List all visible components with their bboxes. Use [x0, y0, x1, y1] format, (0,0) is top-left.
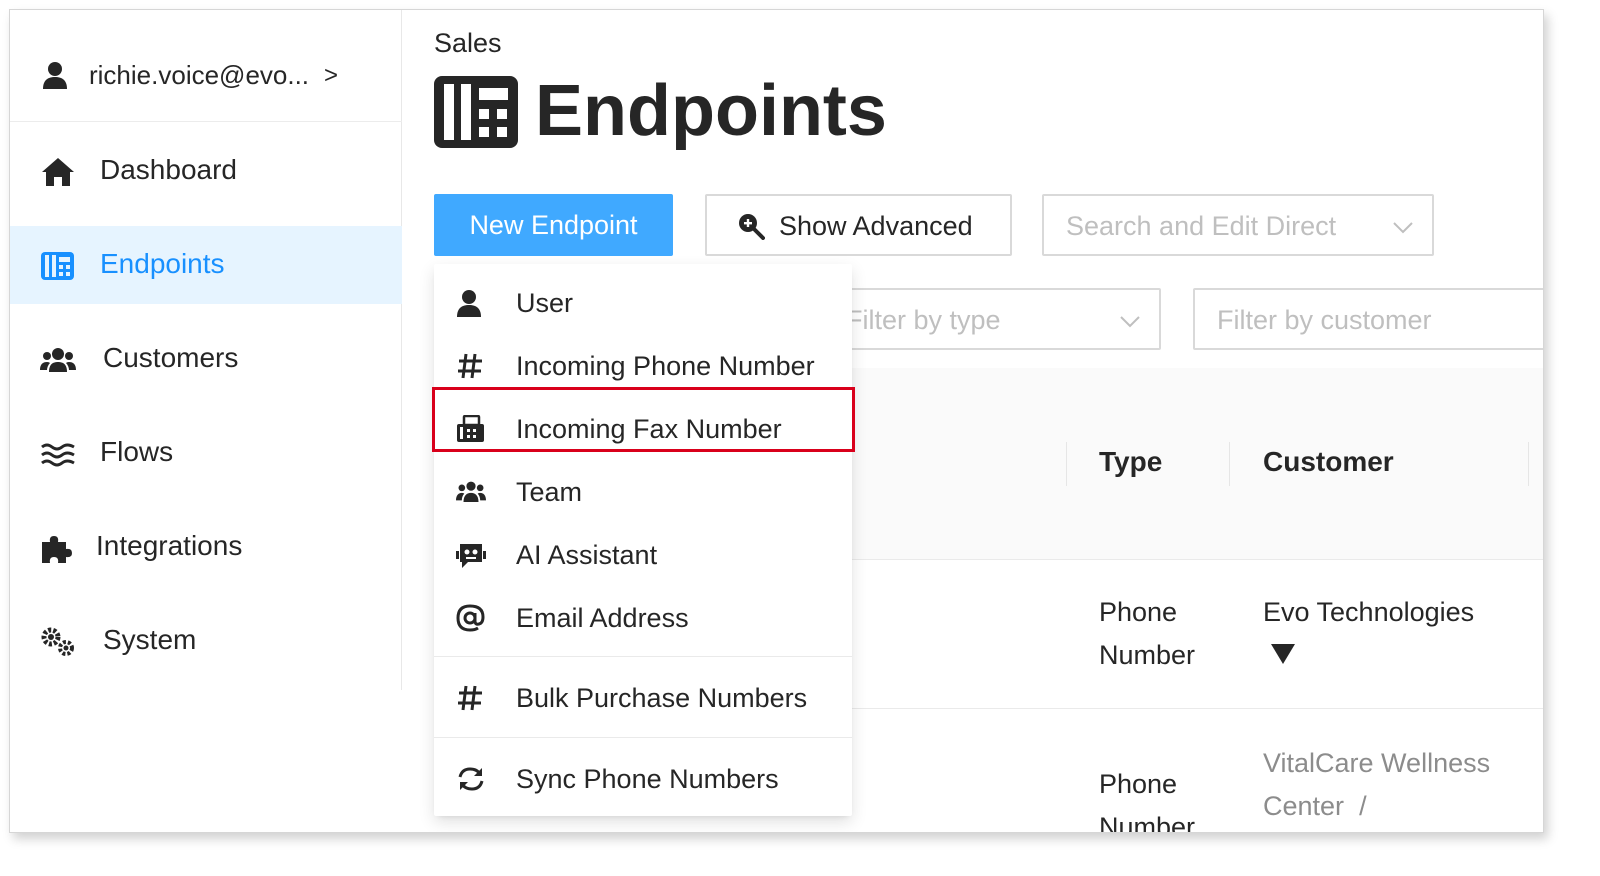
show-advanced-label: Show Advanced	[779, 211, 973, 241]
chevron-down-icon	[1393, 222, 1413, 234]
sidebar-item-label: System	[103, 624, 197, 655]
filter-customer-placeholder: Filter by customer	[1217, 305, 1432, 335]
search-plus-icon	[739, 214, 765, 240]
chevron-right-icon: >	[324, 62, 339, 89]
hash-icon	[458, 685, 482, 711]
menu-item-user[interactable]: User	[434, 272, 852, 334]
sidebar-item-label: Dashboard	[100, 154, 237, 185]
filter-icon[interactable]	[1271, 644, 1295, 664]
show-advanced-button[interactable]: Show Advanced	[705, 194, 1012, 256]
sidebar-item-endpoints[interactable]: Endpoints	[10, 226, 402, 304]
table-cell-type: Phone Number	[1099, 597, 1196, 670]
user-menu[interactable]: richie.voice@evo... >	[10, 24, 402, 122]
search-edit-direct-select[interactable]: Search and Edit Direct	[1042, 194, 1434, 256]
sidebar-item-customers[interactable]: Customers	[10, 320, 402, 398]
filter-customer-select[interactable]: Filter by customer	[1193, 288, 1543, 350]
app-window: richie.voice@evo... > Dashboard Endpoint…	[9, 9, 1544, 833]
menu-item-label: Sync Phone Numbers	[516, 764, 779, 794]
new-endpoint-button[interactable]: New Endpoint	[434, 194, 673, 256]
new-endpoint-menu: User Incoming Phone Number Incoming Fax …	[434, 264, 852, 816]
sync-icon	[458, 767, 484, 791]
breadcrumb[interactable]: Sales	[434, 28, 502, 59]
table-cell-customer[interactable]: VitalCare Wellness Center /	[1263, 742, 1490, 828]
sidebar: richie.voice@evo... > Dashboard Endpoint…	[10, 10, 402, 690]
menu-item-label: Incoming Phone Number	[516, 351, 815, 381]
highlight-annotation	[432, 387, 855, 452]
page-title-text: Endpoints	[535, 71, 887, 151]
user-icon	[457, 290, 481, 317]
gears-icon	[41, 627, 74, 656]
menu-item-bulk-purchase-numbers[interactable]: Bulk Purchase Numbers	[434, 667, 852, 729]
sidebar-item-integrations[interactable]: Integrations	[10, 508, 402, 586]
sidebar-item-label: Integrations	[96, 530, 243, 561]
team-icon	[456, 481, 486, 502]
menu-item-label: Team	[516, 477, 583, 507]
user-icon	[43, 62, 67, 89]
column-divider	[1066, 442, 1067, 486]
sidebar-item-label: Flows	[100, 436, 174, 467]
column-divider	[1528, 442, 1529, 486]
users-icon	[40, 348, 76, 372]
chevron-down-icon	[1120, 316, 1140, 328]
at-icon	[456, 604, 485, 632]
table-cell-type: Phone Number	[1099, 769, 1196, 833]
menu-item-sync-phone-numbers[interactable]: Sync Phone Numbers	[434, 748, 852, 810]
menu-item-email-address[interactable]: Email Address	[434, 587, 852, 649]
menu-item-label: Bulk Purchase Numbers	[516, 683, 808, 713]
sidebar-item-label: Customers	[103, 342, 239, 373]
table-row-divider	[850, 708, 1543, 709]
menu-item-team[interactable]: Team	[434, 461, 852, 523]
column-header-customer[interactable]: Customer	[1263, 446, 1394, 478]
menu-item-label: AI Assistant	[516, 540, 658, 570]
flows-icon	[41, 443, 75, 467]
filter-type-select[interactable]: Filter by type	[822, 288, 1161, 350]
sidebar-item-system[interactable]: System	[10, 602, 402, 680]
menu-divider	[434, 656, 852, 657]
menu-divider	[434, 737, 852, 738]
robot-icon	[456, 544, 486, 568]
endpoints-icon	[434, 76, 518, 148]
filter-type-placeholder: Filter by type	[846, 305, 1001, 335]
menu-item-label: User	[516, 288, 574, 318]
user-email: richie.voice@evo...	[89, 60, 310, 90]
column-divider	[1229, 442, 1230, 486]
table-cell-customer[interactable]: Evo Technologies	[1263, 591, 1474, 677]
search-edit-direct-placeholder: Search and Edit Direct	[1066, 211, 1337, 241]
sidebar-item-label: Endpoints	[100, 248, 225, 279]
hash-icon	[458, 353, 482, 379]
column-header-type[interactable]: Type	[1099, 446, 1162, 478]
menu-item-ai-assistant[interactable]: AI Assistant	[434, 524, 852, 586]
table-header: Type Customer	[850, 368, 1543, 560]
sidebar-item-dashboard[interactable]: Dashboard	[10, 132, 402, 210]
sidebar-item-flows[interactable]: Flows	[10, 414, 402, 492]
menu-item-label: Email Address	[516, 603, 689, 633]
endpoints-icon	[41, 252, 74, 280]
home-icon	[42, 158, 74, 186]
puzzle-icon	[42, 536, 72, 563]
